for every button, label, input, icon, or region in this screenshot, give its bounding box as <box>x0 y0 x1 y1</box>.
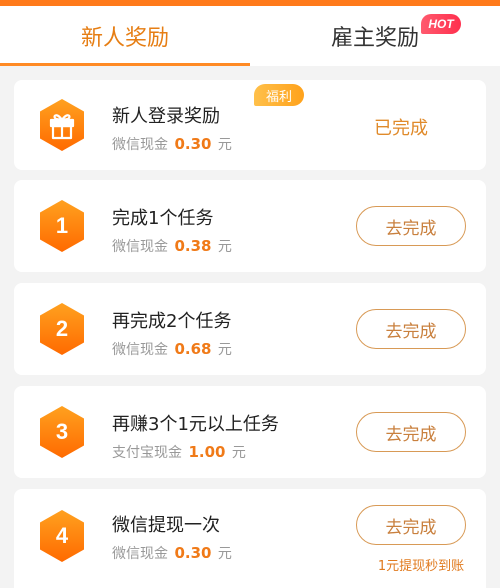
task-title: 再赚3个1元以上任务 <box>112 414 279 435</box>
task-title: 新人登录奖励 <box>112 106 220 127</box>
hex-icon-4: 4 <box>38 509 86 563</box>
reward-amount: 0.30 <box>174 544 212 562</box>
reward-amount: 1.00 <box>188 443 226 461</box>
task-title: 再完成2个任务 <box>112 311 232 332</box>
task-card-4: 4 微信提现一次 微信现金 0.30 元 去完成 1元提现秒到账 <box>14 489 486 588</box>
hex-icon-1: 1 <box>38 199 86 253</box>
reward-prefix: 微信现金 <box>112 342 168 358</box>
tab-newcomer-rewards[interactable]: 新人奖励 <box>0 6 250 66</box>
hot-badge: HOT <box>421 14 461 34</box>
task-reward: 微信现金 0.38 元 <box>112 236 232 256</box>
reward-unit: 元 <box>217 342 232 358</box>
reward-prefix: 微信现金 <box>112 137 168 153</box>
task-card-1: 1 完成1个任务 微信现金 0.38 元 去完成 <box>14 180 486 272</box>
hexagon-icon <box>40 99 84 151</box>
task-title: 完成1个任务 <box>112 208 214 229</box>
task-reward: 支付宝现金 1.00 元 <box>112 442 246 462</box>
go-complete-button[interactable]: 去完成 <box>356 412 466 452</box>
step-number: 4 <box>55 523 69 548</box>
hex-icon-gift <box>38 98 86 152</box>
reward-amount: 0.38 <box>174 237 212 255</box>
go-complete-button[interactable]: 去完成 <box>356 206 466 246</box>
tab-bar: 新人奖励 雇主奖励 HOT <box>0 6 500 66</box>
completed-status: 已完成 <box>374 118 428 139</box>
reward-amount: 0.68 <box>174 340 212 358</box>
task-card-2: 2 再完成2个任务 微信现金 0.68 元 去完成 <box>14 283 486 375</box>
task-title: 微信提现一次 <box>112 515 220 536</box>
task-reward: 微信现金 0.30 元 <box>112 134 232 154</box>
tab-label: 雇主奖励 <box>330 26 419 51</box>
reward-prefix: 支付宝现金 <box>112 445 182 461</box>
task-reward: 微信现金 0.30 元 <box>112 543 232 563</box>
task-card-3: 3 再赚3个1元以上任务 支付宝现金 1.00 元 去完成 <box>14 386 486 478</box>
reward-prefix: 微信现金 <box>112 239 168 255</box>
reward-unit: 元 <box>217 137 232 153</box>
withdraw-note: 1元提现秒到账 <box>377 559 465 574</box>
step-number: 2 <box>55 316 69 341</box>
task-card-login: 新人登录奖励 福利 微信现金 0.30 元 已完成 <box>14 80 486 170</box>
reward-unit: 元 <box>217 546 232 562</box>
reward-unit: 元 <box>217 239 232 255</box>
hex-icon-3: 3 <box>38 405 86 459</box>
go-complete-button[interactable]: 去完成 <box>356 309 466 349</box>
task-reward: 微信现金 0.68 元 <box>112 339 232 359</box>
reward-amount: 0.30 <box>174 135 212 153</box>
active-tab-underline <box>0 63 250 66</box>
step-number: 3 <box>55 419 69 444</box>
tab-label: 新人奖励 <box>80 26 169 51</box>
step-number: 1 <box>55 213 69 238</box>
hex-icon-2: 2 <box>38 302 86 356</box>
tab-employer-rewards[interactable]: 雇主奖励 <box>250 6 500 66</box>
reward-unit: 元 <box>231 445 246 461</box>
reward-prefix: 微信现金 <box>112 546 168 562</box>
go-complete-button[interactable]: 去完成 <box>356 505 466 545</box>
welfare-badge: 福利 <box>254 84 304 106</box>
